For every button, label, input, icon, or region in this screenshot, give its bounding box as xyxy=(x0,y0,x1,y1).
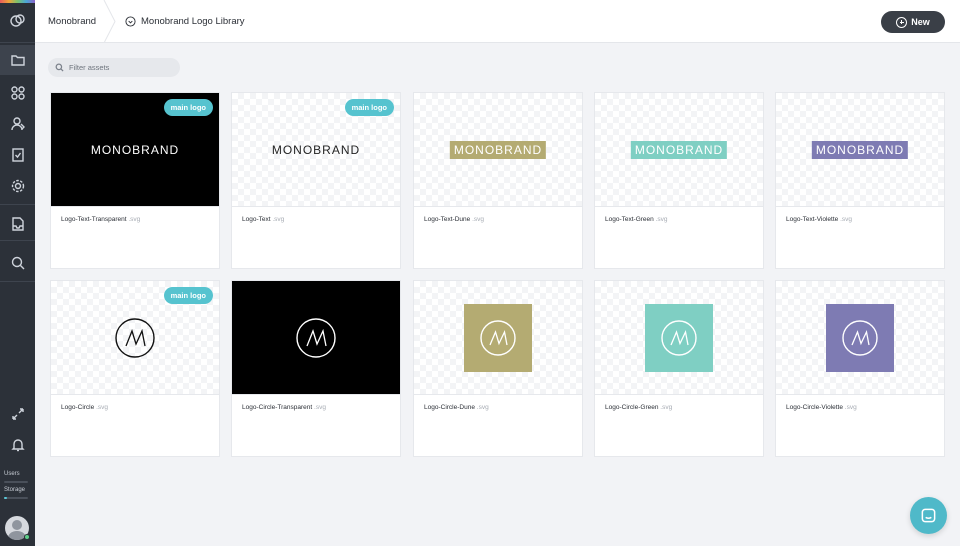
asset-filename: Logo-Text .svg xyxy=(242,216,285,223)
monobrand-wordmark: MONOBRAND xyxy=(90,142,180,157)
monobrand-circle-logo-icon xyxy=(480,319,516,356)
filter-assets[interactable] xyxy=(48,58,180,77)
sidebar-divider xyxy=(0,42,35,43)
asset-card[interactable]: MONOBRAND main logo Logo-Text .svg xyxy=(231,92,401,269)
filter-input[interactable] xyxy=(69,63,169,72)
asset-filename: Logo-Text-Violette .svg xyxy=(786,216,853,223)
asset-filename: Logo-Circle-Violette .svg xyxy=(786,404,857,411)
main-logo-badge: main logo xyxy=(163,99,213,116)
brand-stripe xyxy=(0,0,35,3)
monobrand-circle-logo-icon xyxy=(296,317,336,358)
sidebar-item-libraries[interactable] xyxy=(0,45,35,75)
asset-filename: Logo-Circle .svg xyxy=(61,404,108,411)
asset-preview: MONOBRAND xyxy=(595,93,763,206)
folder-icon xyxy=(10,55,25,66)
monobrand-circle-logo-icon xyxy=(115,317,155,358)
users-quota-bar xyxy=(4,481,28,483)
sidebar-item-apps[interactable] xyxy=(0,78,35,108)
app-logo-icon[interactable] xyxy=(0,6,35,36)
monobrand-wordmark: MONOBRAND xyxy=(449,140,547,159)
asset-card[interactable]: main logo Logo-Circle .svg xyxy=(50,280,220,457)
search-icon xyxy=(11,256,24,270)
breadcrumb-root[interactable]: Monobrand xyxy=(48,16,96,27)
search-icon xyxy=(55,63,64,72)
settings-icon xyxy=(11,179,24,193)
asset-card[interactable]: MONOBRAND Logo-Text-Dune .svg xyxy=(413,92,583,269)
main-logo-badge: main logo xyxy=(344,99,394,116)
asset-card[interactable]: MONOBRAND Logo-Text-Violette .svg xyxy=(775,92,945,269)
asset-card[interactable]: MONOBRAND Logo-Text-Green .svg xyxy=(594,92,764,269)
plus-circle-icon xyxy=(896,16,908,28)
library-icon xyxy=(125,16,136,27)
notifications-button[interactable] xyxy=(0,430,35,460)
expand-button[interactable] xyxy=(0,399,35,429)
asset-filename: Logo-Text-Green .svg xyxy=(605,216,668,223)
asset-filename: Logo-Circle-Transparent .svg xyxy=(242,404,326,411)
tasks-icon xyxy=(11,148,24,162)
sidebar-divider xyxy=(0,240,35,241)
storage-quota-fill xyxy=(4,497,7,499)
online-status-dot xyxy=(24,534,30,540)
asset-preview: MONOBRAND xyxy=(414,93,582,206)
asset-card[interactable]: Logo-Circle-Violette .svg xyxy=(775,280,945,457)
bell-icon xyxy=(10,439,25,452)
asset-filename: Logo-Text-Dune .svg xyxy=(424,216,484,223)
chat-icon xyxy=(921,508,936,523)
inbox-icon xyxy=(11,217,24,231)
users-icon xyxy=(10,117,25,131)
topbar: Monobrand Monobrand Logo Library New xyxy=(35,0,960,43)
sidebar-divider xyxy=(0,281,35,282)
new-button-label: New xyxy=(911,17,930,27)
asset-preview xyxy=(414,281,582,394)
asset-filename: Logo-Circle-Green .svg xyxy=(605,404,673,411)
sidebar-item-inbox[interactable] xyxy=(0,209,35,239)
storage-quota-bar xyxy=(4,497,28,499)
users-quota-label: Users xyxy=(4,471,20,477)
monobrand-circle-logo-icon xyxy=(842,319,878,356)
monobrand-wordmark: MONOBRAND xyxy=(811,140,909,159)
sidebar-item-tasks[interactable] xyxy=(0,140,35,170)
asset-card[interactable]: Logo-Circle-Green .svg xyxy=(594,280,764,457)
monobrand-circle-logo-icon xyxy=(661,319,697,356)
apps-icon xyxy=(10,86,25,100)
breadcrumb-separator-icon xyxy=(103,0,116,43)
asset-card[interactable]: Logo-Circle-Dune .svg xyxy=(413,280,583,457)
asset-card[interactable]: MONOBRAND main logo Logo-Text-Transparen… xyxy=(50,92,220,269)
new-button[interactable]: New xyxy=(881,11,945,33)
monobrand-wordmark: MONOBRAND xyxy=(271,142,361,157)
asset-card[interactable]: Logo-Circle-Transparent .svg xyxy=(231,280,401,457)
asset-filename: Logo-Text-Transparent .svg xyxy=(61,216,141,223)
sidebar-item-settings[interactable] xyxy=(0,171,35,201)
asset-preview xyxy=(776,281,944,394)
storage-quota-label: Storage xyxy=(4,487,26,493)
asset-preview xyxy=(232,281,400,394)
chat-button[interactable] xyxy=(910,497,947,534)
sidebar: Users Storage xyxy=(0,0,35,546)
main-logo-badge: main logo xyxy=(163,287,213,304)
breadcrumb-library[interactable]: Monobrand Logo Library xyxy=(141,16,245,27)
expand-icon xyxy=(11,408,24,420)
asset-preview xyxy=(595,281,763,394)
asset-filename: Logo-Circle-Dune .svg xyxy=(424,404,489,411)
asset-preview: MONOBRAND xyxy=(776,93,944,206)
sidebar-divider xyxy=(0,204,35,205)
sidebar-item-search[interactable] xyxy=(0,248,35,278)
sidebar-item-users[interactable] xyxy=(0,109,35,139)
monobrand-wordmark: MONOBRAND xyxy=(630,140,728,159)
